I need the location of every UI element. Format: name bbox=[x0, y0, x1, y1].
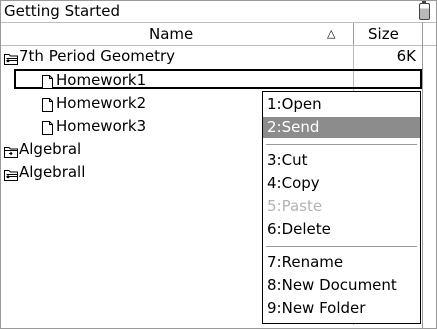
menu-separator bbox=[266, 144, 417, 145]
document-icon bbox=[41, 96, 54, 112]
item-name: 7th Period Geometry bbox=[19, 47, 176, 65]
menu-item-new-folder[interactable]: 9:New Folder bbox=[263, 298, 420, 319]
window-title: Getting Started bbox=[4, 2, 120, 20]
sort-ascending-icon[interactable]: △ bbox=[327, 28, 335, 39]
menu-item-new-document[interactable]: 8:New Document bbox=[263, 275, 420, 296]
column-divider[interactable] bbox=[353, 23, 354, 45]
scrollbar-track[interactable] bbox=[422, 22, 423, 328]
item-name: Homework1 bbox=[56, 71, 147, 89]
column-header: Name △ Size bbox=[1, 22, 436, 46]
item-name: Algebral bbox=[19, 140, 82, 158]
folder-open-icon bbox=[4, 165, 18, 181]
menu-separator bbox=[266, 246, 417, 247]
item-name: Homework2 bbox=[56, 94, 147, 112]
column-size-header[interactable]: Size bbox=[368, 23, 399, 45]
file-row[interactable]: Homework1 bbox=[1, 69, 422, 91]
document-icon bbox=[41, 73, 54, 89]
menu-item-copy[interactable]: 4:Copy bbox=[263, 173, 420, 194]
context-menu: 1:Open 2:Send 3:Cut 4:Copy 5:Paste 6:Delete 7:… bbox=[262, 91, 421, 324]
item-name: Algebrall bbox=[19, 163, 86, 181]
battery-icon bbox=[419, 1, 430, 20]
title-bar: Getting Started bbox=[1, 1, 436, 22]
menu-item-cut[interactable]: 3:Cut bbox=[263, 150, 420, 171]
menu-item-send[interactable]: 2:Send bbox=[263, 117, 420, 138]
folder-open-icon bbox=[4, 49, 18, 65]
file-browser-window: Getting Started Name △ Size 7th Period G… bbox=[0, 0, 437, 329]
item-name: Homework3 bbox=[56, 117, 147, 135]
menu-item-rename[interactable]: 7:Rename bbox=[263, 252, 420, 273]
menu-item-delete[interactable]: 6:Delete bbox=[263, 219, 420, 240]
menu-item-paste: 5:Paste bbox=[267, 197, 323, 215]
item-size: 6K bbox=[396, 47, 416, 65]
column-name-header[interactable]: Name bbox=[149, 23, 193, 45]
folder-row[interactable]: 7th Period Geometry 6K bbox=[1, 45, 422, 67]
folder-closed-icon bbox=[4, 142, 18, 158]
document-icon bbox=[41, 119, 54, 135]
menu-item-open[interactable]: 1:Open bbox=[263, 94, 420, 115]
